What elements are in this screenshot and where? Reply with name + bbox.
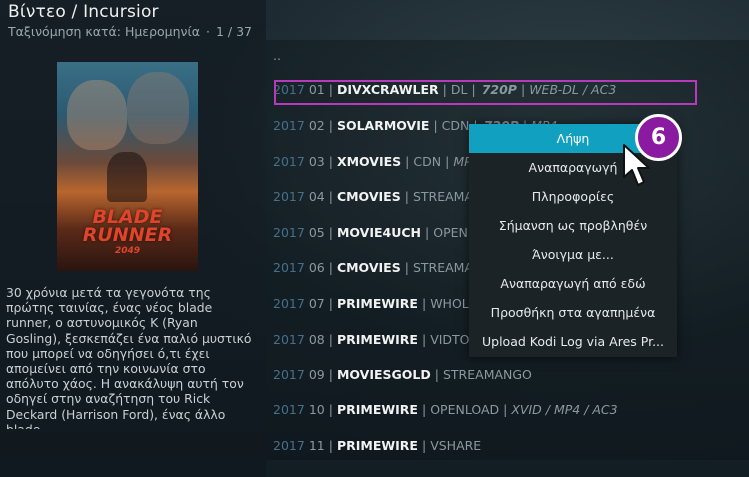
item-year: 2017 xyxy=(273,154,305,169)
item-host: CDN xyxy=(441,118,470,133)
separator: | xyxy=(445,154,450,169)
poster-art xyxy=(107,152,147,202)
item-number: 05 xyxy=(308,225,325,240)
item-number: 10 xyxy=(308,402,325,417)
item-provider: MOVIESGOLD xyxy=(336,367,431,382)
separator: | xyxy=(425,225,430,240)
item-year: 2017 xyxy=(273,118,305,133)
separator: | xyxy=(434,367,439,382)
item-provider: PRIMEWIRE xyxy=(336,402,418,417)
item-provider: PRIMEWIRE xyxy=(336,438,418,453)
item-year: 2017 xyxy=(273,438,305,453)
plot-description: 30 χρόνια μετά τα γεγονότα της πρώτης τα… xyxy=(6,285,252,429)
header-separator: · xyxy=(205,24,210,39)
context-menu-item[interactable]: Upload Kodi Log via Ares Pr... xyxy=(469,327,677,356)
sort-label[interactable]: Ταξινόμηση κατά: Ημερομηνία xyxy=(8,24,200,39)
separator: | xyxy=(328,438,333,453)
item-year: 2017 xyxy=(273,260,305,275)
list-item-parent[interactable]: .. xyxy=(273,44,743,68)
item-provider: XMOVIES xyxy=(336,154,402,169)
separator: | xyxy=(328,189,333,204)
movie-poster: BLADE RUNNER 2049 xyxy=(57,62,198,271)
poster-logo-line2: RUNNER xyxy=(82,224,173,246)
item-provider: SOLARMOVIE xyxy=(336,118,430,133)
separator: | xyxy=(404,189,409,204)
context-menu-item[interactable]: Αναπαραγωγή από εδώ xyxy=(469,269,677,298)
item-number: 03 xyxy=(308,154,325,169)
context-menu-item[interactable]: Σήμανση ως προβληθέν xyxy=(469,211,677,240)
parent-dir-label: .. xyxy=(273,48,281,63)
separator: | xyxy=(421,402,427,417)
separator: | xyxy=(404,260,409,275)
poster-art xyxy=(67,80,127,150)
item-year: 2017 xyxy=(273,189,305,204)
item-number: 06 xyxy=(308,260,325,275)
item-year: 2017 xyxy=(273,332,305,347)
item-year: 2017 xyxy=(273,402,305,417)
poster-art xyxy=(127,72,189,144)
item-host: CDN xyxy=(413,154,442,169)
separator: | xyxy=(328,260,333,275)
item-host: STREAMANGO xyxy=(442,367,532,382)
item-provider: PRIMEWIRE xyxy=(336,332,418,347)
item-number: 04 xyxy=(308,189,325,204)
separator: | xyxy=(328,296,333,311)
separator: | xyxy=(421,296,427,311)
context-menu-item[interactable]: Άνοιγμα με... xyxy=(469,240,677,269)
item-year: 2017 xyxy=(273,225,305,240)
item-format: XVID / MP4 / AC3 xyxy=(511,402,618,417)
selection-highlight xyxy=(274,80,697,105)
item-number: 11 xyxy=(308,438,325,453)
item-position: 1 / 37 xyxy=(215,24,252,39)
item-number: 08 xyxy=(308,332,325,347)
separator: | xyxy=(328,367,333,382)
poster-logo-year: 2049 xyxy=(114,246,141,256)
context-menu-item[interactable]: Προσθήκη στα αγαπημένα xyxy=(469,298,677,327)
item-provider: CMOVIES xyxy=(336,260,401,275)
item-provider: CMOVIES xyxy=(336,189,401,204)
item-host: VSHARE xyxy=(430,438,482,453)
separator: | xyxy=(328,332,333,347)
item-year: 2017 xyxy=(273,296,305,311)
item-host: OPENLOAD xyxy=(430,402,500,417)
item-year: 2017 xyxy=(273,367,305,382)
item-number: 02 xyxy=(308,118,325,133)
item-number: 09 xyxy=(308,367,325,382)
separator: | xyxy=(405,154,410,169)
item-provider: PRIMEWIRE xyxy=(336,296,418,311)
separator: | xyxy=(328,154,333,169)
poster-logo: BLADE RUNNER xyxy=(57,208,198,246)
separator: | xyxy=(328,402,333,417)
separator: | xyxy=(328,225,333,240)
separator: | xyxy=(328,118,333,133)
separator: | xyxy=(421,438,427,453)
page-title: Βίντεο / Incursior xyxy=(8,2,159,22)
separator: | xyxy=(433,118,438,133)
item-provider: MOVIE4UCH xyxy=(336,225,422,240)
list-item[interactable]: 2017 11 | PRIMEWIRE | VSHARE xyxy=(273,434,743,458)
list-item[interactable]: 2017 09 | MOVIESGOLD | STREAMANGO xyxy=(273,363,743,387)
item-number: 07 xyxy=(308,296,325,311)
mouse-pointer-icon xyxy=(623,144,650,186)
header-subtitle: Ταξινόμηση κατά: Ημερομηνία · 1 / 37 xyxy=(8,24,252,39)
separator: | xyxy=(421,332,427,347)
separator: | xyxy=(503,402,508,417)
list-item[interactable]: 2017 10 | PRIMEWIRE | OPENLOAD | XVID / MP4 / A… xyxy=(273,398,743,422)
